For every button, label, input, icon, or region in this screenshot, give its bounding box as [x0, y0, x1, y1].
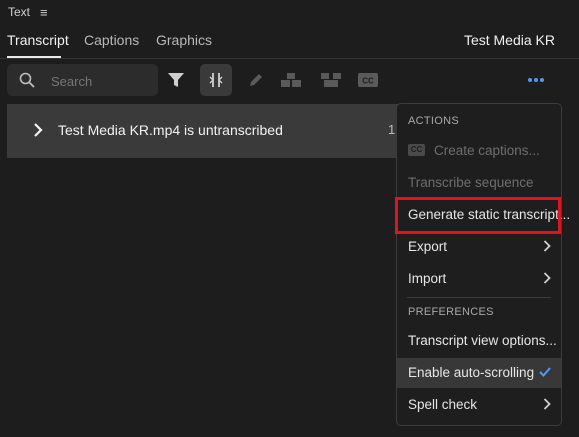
menu-item-generate-static-transcript[interactable]: Generate static transcript... [397, 200, 570, 230]
tab-graphics[interactable]: Graphics [156, 32, 212, 48]
search-icon [19, 72, 35, 88]
tab-transcript[interactable]: Transcript [7, 32, 69, 48]
menu-divider [407, 297, 551, 298]
chevron-right-icon[interactable] [33, 122, 43, 138]
pencil-icon[interactable] [240, 64, 272, 96]
checkmark-icon [539, 367, 551, 377]
clip-count: 1 [388, 122, 396, 137]
clip-name: Test Media KR.mp4 is untranscribed [58, 122, 283, 138]
cc-icon[interactable]: CC [352, 64, 384, 96]
search-input[interactable] [49, 70, 153, 92]
menu-item-label: Enable auto-scrolling [408, 365, 535, 380]
menu-item-label: Export [408, 239, 448, 254]
more-icon[interactable] [522, 68, 550, 92]
panel-title: Text [8, 5, 31, 19]
menu-item-spell-check[interactable]: Spell check [397, 390, 561, 420]
svg-text:CC: CC [362, 77, 374, 86]
menu-item-enable-auto-scrolling[interactable]: Enable auto-scrolling [397, 358, 561, 388]
split-icon[interactable] [275, 64, 307, 96]
hamburger-menu-icon[interactable]: ≡ [40, 5, 48, 20]
media-name: Test Media KR [463, 32, 555, 48]
menu-item-label: Generate static transcript... [408, 207, 571, 222]
filter-icon[interactable] [160, 64, 192, 96]
join-icon[interactable] [315, 64, 347, 96]
menu-item-label: Spell check [408, 397, 478, 412]
chevron-right-icon [543, 398, 551, 410]
cc-icon: CC [408, 144, 425, 156]
menu-item-label: Import [408, 271, 447, 286]
tab-bar: Transcript Captions Graphics Test Media … [0, 24, 579, 59]
menu-item-label: Transcript view options... [408, 333, 557, 348]
menu-item-label: Create captions... [434, 143, 540, 158]
search-box[interactable] [7, 64, 158, 96]
menu-item-create-captions[interactable]: CC Create captions... [397, 136, 561, 166]
chevron-right-icon [543, 240, 551, 252]
merge-segments-icon[interactable] [200, 64, 232, 96]
preferences-header: PREFERENCES [408, 306, 494, 318]
menu-item-label: Transcribe sequence [408, 175, 534, 190]
tab-captions[interactable]: Captions [84, 32, 139, 48]
chevron-right-icon [543, 272, 551, 284]
menu-item-transcribe-sequence[interactable]: Transcribe sequence [397, 168, 561, 198]
panel-header: Text ≡ [0, 0, 579, 24]
menu-item-export[interactable]: Export [397, 232, 561, 262]
clip-row[interactable]: Test Media KR.mp4 is untranscribed 1 [7, 104, 427, 158]
actions-header: ACTIONS [408, 115, 459, 127]
toolbar: CC [0, 62, 579, 98]
menu-item-transcript-view-options[interactable]: Transcript view options... [397, 326, 561, 356]
active-tab-indicator [7, 56, 61, 58]
menu-item-import[interactable]: Import [397, 264, 561, 294]
actions-menu: ACTIONS CC Create captions... Transcribe… [396, 103, 570, 426]
